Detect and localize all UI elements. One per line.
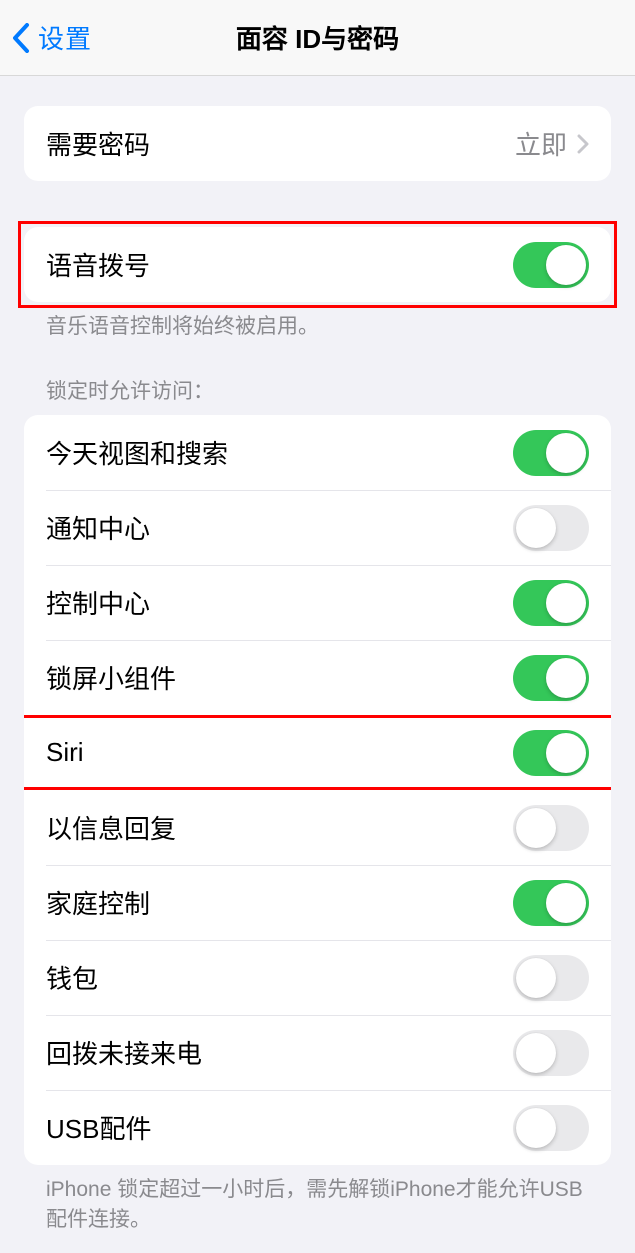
lock-item-toggle-usb[interactable] [513, 1105, 589, 1151]
lock-item-label: 锁屏小组件 [46, 659, 176, 696]
lock-item-toggle-item[interactable] [513, 955, 589, 1001]
voice-dial-group: 语音拨号 [24, 227, 611, 302]
lock-item-label: 家庭控制 [46, 884, 150, 921]
lock-item-item: 回拨未接来电 [24, 1015, 611, 1090]
lock-item-toggle-item[interactable] [513, 505, 589, 551]
lock-item-toggle-item[interactable] [513, 1030, 589, 1076]
lock-item-toggle-item[interactable] [513, 880, 589, 926]
passcode-group: 需要密码 立即 [24, 106, 611, 181]
lock-item-item: 控制中心 [24, 565, 611, 640]
lock-item-item: 钱包 [24, 940, 611, 1015]
lock-item-label: 控制中心 [46, 584, 150, 621]
lock-item-toggle-siri[interactable] [513, 730, 589, 776]
voice-dial-row: 语音拨号 [24, 227, 611, 302]
lock-item-item: 以信息回复 [24, 790, 611, 865]
lock-item-label: USB配件 [46, 1109, 151, 1146]
lock-item-item: 锁屏小组件 [24, 640, 611, 715]
lock-item-toggle-item[interactable] [513, 430, 589, 476]
lock-item-toggle-item[interactable] [513, 655, 589, 701]
lock-access-footer: iPhone 锁定超过一小时后，需先解锁iPhone才能允许USB 配件连接。 [24, 1165, 611, 1234]
lock-item-label: 今天视图和搜索 [46, 434, 228, 471]
lock-item-item: 今天视图和搜索 [24, 415, 611, 490]
back-button[interactable]: 设置 [0, 19, 92, 56]
lock-item-usb: USB配件 [24, 1090, 611, 1165]
chevron-right-icon [577, 134, 589, 154]
require-passcode-value: 立即 [515, 125, 567, 162]
voice-dial-label: 语音拨号 [46, 246, 150, 283]
lock-item-toggle-item[interactable] [513, 805, 589, 851]
lock-item-item: 家庭控制 [24, 865, 611, 940]
page-title: 面容 ID与密码 [236, 19, 399, 56]
lock-access-header: 锁定时允许访问： [24, 375, 611, 415]
require-passcode-label: 需要密码 [46, 125, 150, 162]
lock-item-label: 回拨未接来电 [46, 1034, 202, 1071]
require-passcode-row[interactable]: 需要密码 立即 [24, 106, 611, 181]
lock-item-toggle-item[interactable] [513, 580, 589, 626]
back-label: 设置 [38, 19, 92, 56]
voice-dial-footer: 音乐语音控制将始终被启用。 [24, 302, 611, 341]
lock-item-siri: Siri [24, 715, 611, 790]
lock-item-label: 通知中心 [46, 509, 150, 546]
voice-dial-toggle[interactable] [513, 242, 589, 288]
lock-access-group: 今天视图和搜索通知中心控制中心锁屏小组件 Siri 以信息回复家庭控制钱包回拨未接来… [24, 415, 611, 1165]
chevron-left-icon [12, 23, 30, 53]
lock-item-label: 以信息回复 [46, 809, 176, 846]
lock-item-item: 通知中心 [24, 490, 611, 565]
lock-item-label: Siri [46, 737, 84, 768]
lock-item-label: 钱包 [46, 959, 98, 996]
navigation-bar: 设置 面容 ID与密码 [0, 0, 635, 76]
